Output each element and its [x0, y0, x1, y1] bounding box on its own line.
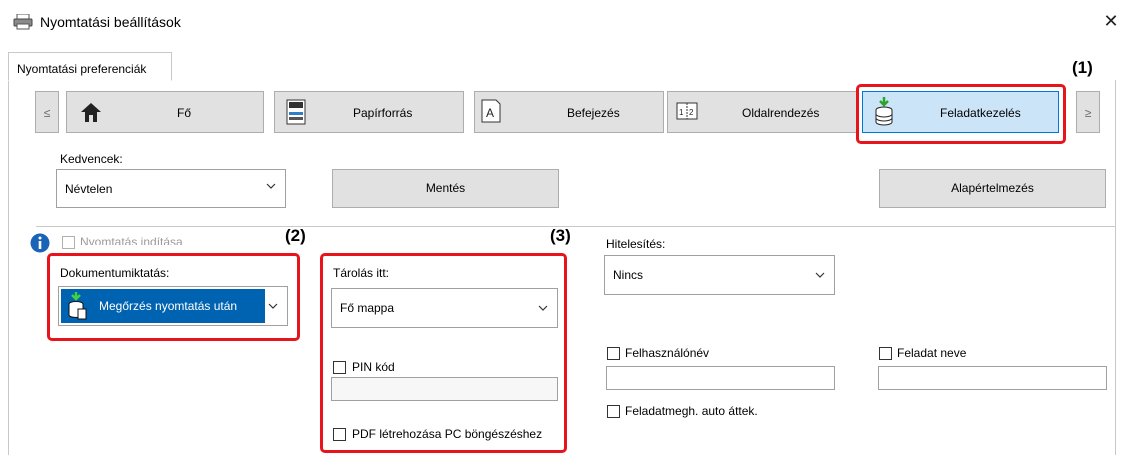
- favorites-label: Kedvencek:: [60, 152, 123, 166]
- finishing-icon: A: [480, 98, 502, 124]
- auth-value: Nincs: [613, 268, 644, 282]
- pin-label: PIN kód: [352, 360, 395, 374]
- job-name-checkbox[interactable]: [879, 347, 892, 360]
- retention-dropdown[interactable]: Megőrzés nyomtatás után: [58, 286, 288, 326]
- svg-text:1: 1: [679, 108, 684, 117]
- retention-value: Megőrzés nyomtatás után: [99, 299, 238, 313]
- store-label: Tárolás itt:: [333, 266, 390, 280]
- nav-label-paper-source: Papírforrás: [353, 106, 413, 120]
- store-value: Fő mappa: [340, 301, 395, 315]
- print-start-label: Nyomtatás indítása: [80, 235, 183, 245]
- favorites-dropdown[interactable]: Névtelen: [56, 169, 286, 208]
- highlight-box-3: [320, 253, 567, 453]
- callout-1: (1): [1072, 58, 1093, 77]
- nav-button-paper-source[interactable]: Papírforrás: [274, 91, 464, 133]
- auth-dropdown[interactable]: Nincs: [604, 255, 835, 295]
- print-start-checkbox[interactable]: [62, 236, 75, 249]
- username-checkbox[interactable]: [607, 347, 620, 360]
- nav-label-finishing: Befejezés: [567, 106, 620, 120]
- chevron-down-icon: [268, 303, 278, 309]
- retention-label: Dokumentumiktatás:: [60, 266, 170, 280]
- chevron-down-icon: [815, 272, 825, 278]
- store-dropdown[interactable]: Fő mappa: [331, 288, 558, 328]
- nav-button-main[interactable]: Fő: [66, 91, 264, 133]
- save-button[interactable]: Mentés: [332, 169, 559, 208]
- page-layout-icon: 12: [676, 100, 698, 122]
- pdf-checkbox[interactable]: [333, 428, 346, 441]
- chevron-down-icon: [538, 305, 548, 311]
- nav-button-layout[interactable]: 12 Oldalrendezés: [667, 91, 857, 133]
- pin-checkbox[interactable]: [333, 361, 346, 374]
- pdf-label: PDF létrehozása PC böngészéshez: [352, 427, 543, 441]
- callout-2: (2): [285, 226, 306, 245]
- printer-icon: [13, 13, 33, 30]
- job-name-input[interactable]: [878, 366, 1107, 390]
- job-name-label: Feladat neve: [897, 346, 967, 360]
- tab-label: Nyomtatási preferenciák: [17, 62, 147, 76]
- nav-label-layout: Oldalrendezés: [742, 106, 820, 120]
- auto-check-checkbox[interactable]: [607, 405, 620, 418]
- callout-3: (3): [550, 226, 571, 245]
- svg-text:2: 2: [689, 108, 694, 117]
- pin-input[interactable]: [331, 377, 558, 401]
- window-title: Nyomtatási beállítások: [40, 14, 181, 30]
- nav-next-button[interactable]: ≥: [1076, 91, 1100, 133]
- defaults-button[interactable]: Alapértelmezés: [879, 169, 1106, 208]
- close-button[interactable]: ✕: [1100, 10, 1122, 32]
- tab-print-preferences[interactable]: Nyomtatási preferenciák: [8, 52, 172, 81]
- home-icon: [79, 100, 103, 124]
- highlight-box-1: [856, 84, 1066, 144]
- auto-check-label: Feladatmegh. auto áttek.: [625, 404, 758, 418]
- username-label: Felhasználónév: [625, 346, 710, 360]
- svg-text:A: A: [486, 106, 494, 120]
- chevron-down-icon: [266, 183, 276, 189]
- job-retention-icon: [67, 291, 87, 323]
- printer-tray-icon: [285, 98, 307, 126]
- section-divider: [36, 226, 1116, 227]
- info-icon[interactable]: [30, 233, 50, 253]
- username-input[interactable]: [606, 366, 835, 390]
- auth-label: Hitelesítés:: [606, 237, 666, 251]
- nav-label-main: Fő: [177, 106, 192, 120]
- favorites-value: Névtelen: [65, 182, 113, 196]
- nav-prev-button[interactable]: ≤: [35, 91, 59, 133]
- nav-button-finishing[interactable]: A Befejezés: [474, 91, 664, 133]
